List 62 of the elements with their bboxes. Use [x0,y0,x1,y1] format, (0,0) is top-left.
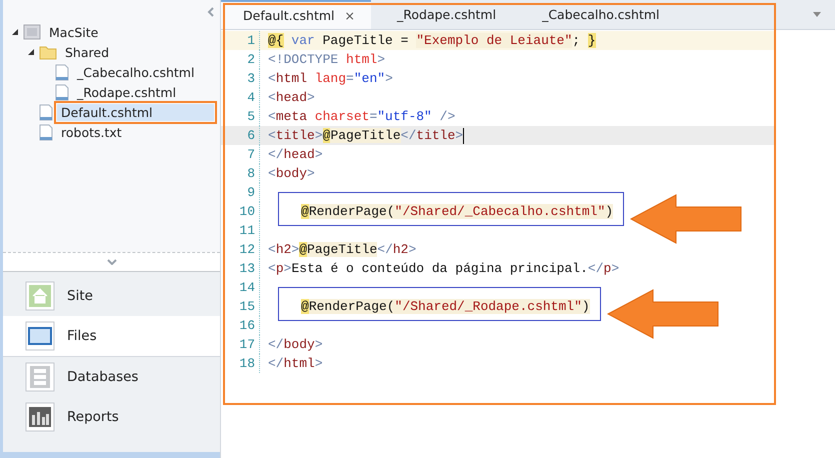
file-tab[interactable]: _Cabecalho.cshtml [516,0,680,29]
code-line: </html> [268,356,323,371]
file-icon [55,84,69,100]
code-line: <h2>@PageTitle</h2> [268,242,416,257]
code-line: <body> [268,166,315,181]
line-number: 5 [246,109,256,124]
workspace-item[interactable]: Files [3,316,220,357]
line-number: 12 [238,242,256,257]
code-line: </body> [268,337,323,352]
file-tab[interactable]: Default.cshtml × [221,0,371,29]
tree-item[interactable]: _Cabecalho.cshtml [73,64,198,80]
tree-item[interactable]: Shared [61,44,114,60]
line-number: 2 [246,52,256,67]
tree-item[interactable]: Default.cshtml [57,104,214,120]
code-line: <title>@PageTitle</title> [268,128,464,143]
code-line: <head> [268,90,315,105]
code-line: <p>Esta é o conteúdo da página principal.</p> [268,261,620,276]
workspace-item[interactable]: Databases [3,357,220,397]
line-number: 3 [246,71,256,86]
code-line: </head> [268,147,323,162]
file-icon [55,64,69,80]
expand-panel-icon[interactable] [106,259,116,265]
file-tab[interactable]: _Rodape.cshtml [371,0,516,29]
file-icon [39,104,53,120]
line-number: 18 [238,356,256,371]
line-number: 1 [246,33,256,48]
code-line: @RenderPage("/Shared/_Rodape.cshtml") [301,298,590,314]
workspace-item[interactable]: Site [3,276,220,316]
house-icon [25,281,55,311]
code-line: @{ var PageTitle = "Exemplo de Leiaute"; } [268,33,596,48]
line-number: 13 [238,261,256,276]
folder-icon [25,321,55,351]
list-icon [25,362,55,392]
bar-chart-icon [25,402,55,432]
tree-item[interactable]: MacSite [45,24,102,40]
line-number: 16 [238,318,256,333]
line-number: 9 [246,185,256,200]
code-line: <html lang="en"> [268,71,393,86]
text-cursor [463,128,464,144]
tree-item[interactable]: robots.txt [57,124,126,140]
code-line: @RenderPage("/Shared/_Cabecalho.cshtml") [301,204,614,218]
line-number: 17 [238,337,256,352]
line-number: 10 [238,204,256,219]
line-number: 6 [246,128,256,143]
close-icon[interactable]: × [344,8,355,23]
line-number: 11 [238,223,256,238]
code-line: <!DOCTYPE html> [268,52,386,67]
line-number: 14 [238,280,256,295]
dropdown-icon[interactable] [813,12,821,17]
code-line: <meta charset="utf-8" /> [268,109,456,124]
folder-icon [39,44,57,60]
line-number: 7 [246,147,256,162]
line-number: 4 [246,90,256,105]
line-number: 15 [238,299,256,314]
collapse-icon[interactable] [207,7,214,17]
tree-item[interactable]: _Rodape.cshtml [73,84,180,100]
workspace-item[interactable]: Reports [3,397,220,437]
file-icon [39,124,53,140]
expand-icon[interactable] [11,28,19,36]
expand-icon[interactable] [27,48,35,56]
site-icon [23,24,41,40]
line-number: 8 [246,166,256,181]
